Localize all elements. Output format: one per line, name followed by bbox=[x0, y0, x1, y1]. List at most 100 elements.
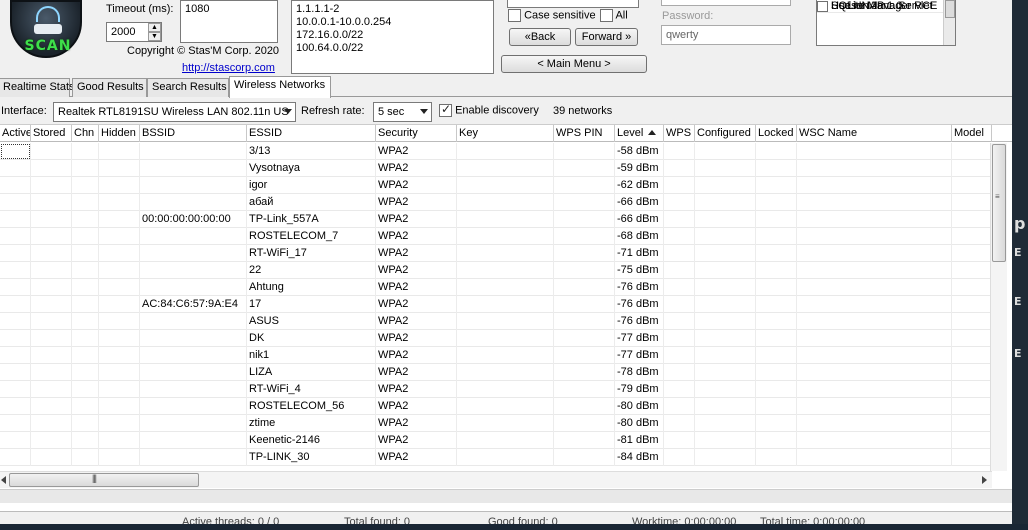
column-header-wps-pin[interactable]: WPS PIN bbox=[554, 125, 615, 142]
table-cell-wps[interactable] bbox=[664, 296, 695, 313]
table-cell-stored[interactable] bbox=[31, 449, 72, 466]
table-cell-active[interactable] bbox=[0, 415, 31, 432]
table-cell-hidden[interactable] bbox=[99, 160, 140, 177]
table-cell-level[interactable]: -80 dBm bbox=[615, 398, 664, 415]
table-cell-security[interactable]: WPA2 bbox=[376, 415, 457, 432]
password-input[interactable]: qwerty bbox=[661, 25, 791, 45]
table-cell-wsc-name[interactable] bbox=[797, 449, 952, 466]
table-cell-key[interactable] bbox=[457, 194, 554, 211]
table-cell-key[interactable] bbox=[457, 432, 554, 449]
table-cell-level[interactable]: -59 dBm bbox=[615, 160, 664, 177]
scroll-thumb[interactable] bbox=[992, 144, 1006, 262]
table-cell-bssid[interactable] bbox=[140, 449, 247, 466]
column-header-configured[interactable]: Configured bbox=[695, 125, 756, 142]
table-cell-wps[interactable] bbox=[664, 313, 695, 330]
table-cell-security[interactable]: WPA2 bbox=[376, 143, 457, 160]
table-cell-essid[interactable]: 22 bbox=[247, 262, 376, 279]
column-header-bssid[interactable]: BSSID bbox=[140, 125, 247, 142]
table-cell-key[interactable] bbox=[457, 228, 554, 245]
table-cell-wps[interactable] bbox=[664, 211, 695, 228]
table-cell-level[interactable]: -81 dBm bbox=[615, 432, 664, 449]
table-cell-configured[interactable] bbox=[695, 211, 756, 228]
scroll-left-icon[interactable] bbox=[1, 476, 6, 484]
table-cell-wps[interactable] bbox=[664, 347, 695, 364]
table-cell-locked[interactable] bbox=[756, 313, 797, 330]
table-cell-configured[interactable] bbox=[695, 432, 756, 449]
table-cell-configured[interactable] bbox=[695, 228, 756, 245]
table-cell-key[interactable] bbox=[457, 364, 554, 381]
table-cell-key[interactable] bbox=[457, 398, 554, 415]
table-cell-level[interactable]: -76 dBm bbox=[615, 279, 664, 296]
table-row[interactable]: Vysotnaya WPA2 -59 dBm bbox=[0, 160, 992, 177]
table-cell-chn[interactable] bbox=[72, 415, 99, 432]
table-cell-wsc-name[interactable] bbox=[797, 364, 952, 381]
table-cell-level[interactable]: -76 dBm bbox=[615, 313, 664, 330]
checkbox-icon[interactable] bbox=[508, 9, 521, 22]
table-cell-wps-pin[interactable] bbox=[554, 313, 615, 330]
table-cell-wps[interactable] bbox=[664, 194, 695, 211]
table-cell-stored[interactable] bbox=[31, 177, 72, 194]
table-cell-level[interactable]: -66 dBm bbox=[615, 194, 664, 211]
table-cell-bssid[interactable] bbox=[140, 398, 247, 415]
table-cell-security[interactable]: WPA2 bbox=[376, 279, 457, 296]
table-cell-configured[interactable] bbox=[695, 296, 756, 313]
ip-range-item[interactable]: 172.16.0.0/22 bbox=[296, 29, 489, 42]
column-header-stored[interactable]: Stored bbox=[31, 125, 72, 142]
table-cell-active[interactable] bbox=[0, 330, 31, 347]
table-cell-key[interactable] bbox=[457, 177, 554, 194]
table-cell-configured[interactable] bbox=[695, 381, 756, 398]
table-cell-security[interactable]: WPA2 bbox=[376, 296, 457, 313]
table-cell-security[interactable]: WPA2 bbox=[376, 228, 457, 245]
table-cell-stored[interactable] bbox=[31, 415, 72, 432]
table-cell-chn[interactable] bbox=[72, 194, 99, 211]
table-cell-wsc-name[interactable] bbox=[797, 296, 952, 313]
table-cell-stored[interactable] bbox=[31, 347, 72, 364]
table-cell-essid[interactable]: абай bbox=[247, 194, 376, 211]
table-cell-locked[interactable] bbox=[756, 347, 797, 364]
table-cell-active[interactable] bbox=[0, 262, 31, 279]
login-field[interactable] bbox=[661, 0, 791, 6]
table-cell-stored[interactable] bbox=[31, 194, 72, 211]
case-sensitive-checkbox[interactable]: Case sensitive bbox=[508, 9, 596, 22]
table-cell-configured[interactable] bbox=[695, 279, 756, 296]
table-cell-chn[interactable] bbox=[72, 160, 99, 177]
table-cell-wps-pin[interactable] bbox=[554, 143, 615, 160]
table-cell-locked[interactable] bbox=[756, 194, 797, 211]
table-cell-configured[interactable] bbox=[695, 449, 756, 466]
table-cell-key[interactable] bbox=[457, 262, 554, 279]
table-row[interactable]: ASUS WPA2 -76 dBm bbox=[0, 313, 992, 330]
table-cell-stored[interactable] bbox=[31, 279, 72, 296]
checkbox-icon[interactable] bbox=[600, 9, 613, 22]
table-cell-level[interactable]: -71 dBm bbox=[615, 245, 664, 262]
table-cell-essid[interactable]: ROSTELECOM_7 bbox=[247, 228, 376, 245]
table-cell-wps[interactable] bbox=[664, 330, 695, 347]
table-cell-active[interactable] bbox=[0, 228, 31, 245]
table-cell-hidden[interactable] bbox=[99, 177, 140, 194]
column-header-active[interactable]: Active bbox=[0, 125, 31, 142]
table-cell-wps-pin[interactable] bbox=[554, 245, 615, 262]
table-cell-locked[interactable] bbox=[756, 330, 797, 347]
table-cell-key[interactable] bbox=[457, 330, 554, 347]
table-cell-chn[interactable] bbox=[72, 330, 99, 347]
table-cell-chn[interactable] bbox=[72, 245, 99, 262]
table-cell-wps-pin[interactable] bbox=[554, 296, 615, 313]
table-cell-configured[interactable] bbox=[695, 364, 756, 381]
table-cell-chn[interactable] bbox=[72, 313, 99, 330]
table-cell-essid[interactable]: LIZA bbox=[247, 364, 376, 381]
table-cell-bssid[interactable] bbox=[140, 364, 247, 381]
table-cell-chn[interactable] bbox=[72, 279, 99, 296]
table-cell-locked[interactable] bbox=[756, 143, 797, 160]
table-cell-essid[interactable]: Vysotnaya bbox=[247, 160, 376, 177]
table-cell-bssid[interactable] bbox=[140, 432, 247, 449]
spin-up-icon[interactable]: ▲ bbox=[148, 23, 161, 32]
table-cell-bssid[interactable] bbox=[140, 381, 247, 398]
tab-realtime-stats[interactable]: Realtime Stats bbox=[0, 78, 75, 97]
table-cell-essid[interactable]: nik1 bbox=[247, 347, 376, 364]
table-cell-essid[interactable]: ROSTELECOM_56 bbox=[247, 398, 376, 415]
table-cell-wsc-name[interactable] bbox=[797, 245, 952, 262]
table-cell-active[interactable] bbox=[0, 347, 31, 364]
all-checkbox[interactable]: All bbox=[600, 9, 628, 22]
table-cell-wps-pin[interactable] bbox=[554, 177, 615, 194]
table-cell-chn[interactable] bbox=[72, 262, 99, 279]
table-cell-hidden[interactable] bbox=[99, 143, 140, 160]
